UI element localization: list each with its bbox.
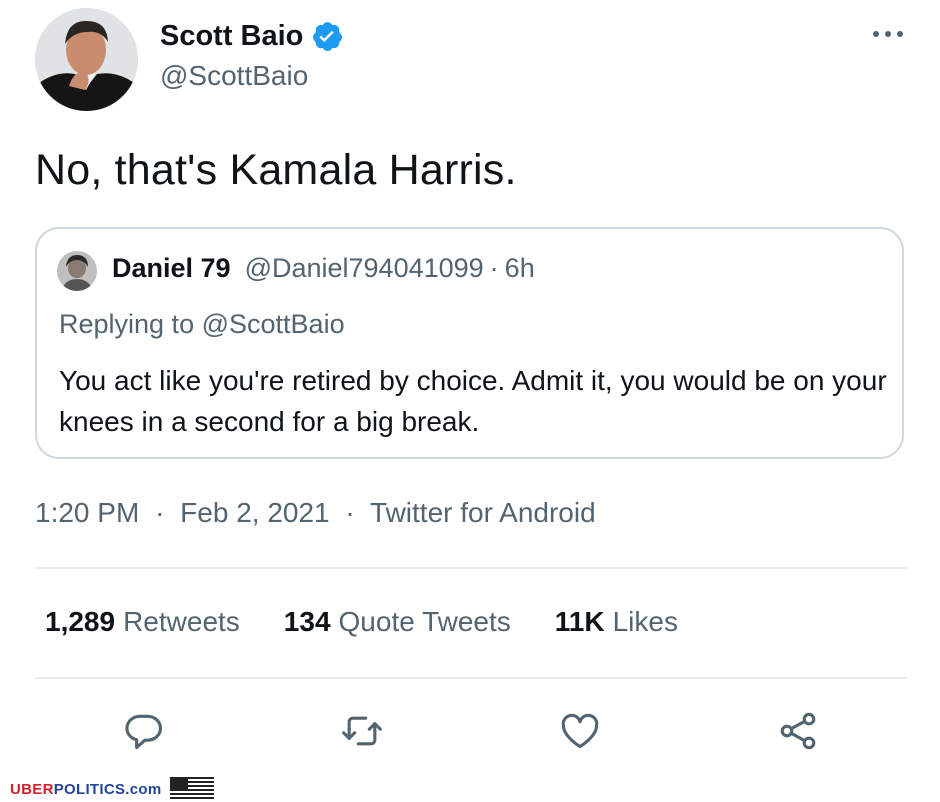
quote-tweets-count: 134 xyxy=(283,606,331,637)
replying-to-mention[interactable]: @ScottBaio xyxy=(202,309,345,339)
retweets-label: Retweets xyxy=(123,606,240,637)
quoted-author-photo xyxy=(57,251,97,291)
share-button[interactable] xyxy=(775,708,821,754)
quoted-author-avatar[interactable] xyxy=(57,251,97,291)
meta-separator: · xyxy=(155,497,165,528)
replying-to-line: Replying to @ScottBaio xyxy=(59,309,345,340)
author-name[interactable]: Scott Baio xyxy=(160,20,303,53)
us-flag-icon xyxy=(169,777,214,801)
author-avatar[interactable] xyxy=(35,8,138,111)
quote-tweets-label: Quote Tweets xyxy=(338,606,511,637)
share-icon xyxy=(780,712,816,750)
divider xyxy=(35,567,907,569)
like-icon xyxy=(561,713,599,749)
meta-separator: · xyxy=(345,497,355,528)
tweet-stats: 1,289 Retweets 134 Quote Tweets 11K Likes xyxy=(45,606,722,638)
watermark-part-domain: .com xyxy=(125,780,162,798)
divider xyxy=(35,677,907,679)
quoted-author-name[interactable]: Daniel 79 xyxy=(112,253,231,284)
retweet-icon xyxy=(342,716,382,746)
tweet-meta: 1:20 PM · Feb 2, 2021 · Twitter for Andr… xyxy=(35,497,596,529)
likes-count: 11K xyxy=(554,606,605,637)
likes-label: Likes xyxy=(612,606,678,637)
replying-to-prefix: Replying to xyxy=(59,309,195,339)
verified-badge-icon xyxy=(313,21,343,51)
author-photo xyxy=(35,8,138,111)
tweet-text: No, that's Kamala Harris. xyxy=(35,146,517,194)
more-options-button[interactable] xyxy=(868,22,908,46)
like-button[interactable] xyxy=(557,708,603,754)
quoted-tweet-time[interactable]: 6h xyxy=(505,253,535,284)
tweet-date[interactable]: Feb 2, 2021 xyxy=(180,497,329,528)
quoted-separator: · xyxy=(489,253,499,283)
likes-stat[interactable]: 11K Likes xyxy=(555,606,678,638)
dot-icon xyxy=(885,31,891,37)
tweet-time[interactable]: 1:20 PM xyxy=(35,497,139,528)
watermark-part-politics: POLITICS xyxy=(53,780,126,798)
reply-button[interactable] xyxy=(121,708,167,754)
reply-icon xyxy=(125,714,163,750)
quote-tweets-stat[interactable]: 134 Quote Tweets xyxy=(284,606,511,638)
retweets-count: 1,289 xyxy=(45,606,116,637)
quoted-tweet-text: You act like you're retired by choice. A… xyxy=(59,365,887,437)
dot-icon xyxy=(873,31,879,37)
site-watermark: UBER POLITICS .com xyxy=(10,776,214,802)
retweet-button[interactable] xyxy=(339,708,385,754)
retweets-stat[interactable]: 1,289 Retweets xyxy=(45,606,240,638)
quoted-tweet-card[interactable]: Daniel 79 @Daniel794041099 · 6h Replying… xyxy=(35,227,904,459)
quoted-author-handle[interactable]: @Daniel794041099 xyxy=(245,253,484,284)
dot-icon xyxy=(897,31,903,37)
author-handle[interactable]: @ScottBaio xyxy=(160,60,308,92)
author-name-row: Scott Baio xyxy=(160,16,344,56)
tweet-source[interactable]: Twitter for Android xyxy=(370,497,596,528)
watermark-part-uber: UBER xyxy=(10,780,54,798)
quoted-tweet-header: Daniel 79 @Daniel794041099 · 6h xyxy=(112,253,535,284)
